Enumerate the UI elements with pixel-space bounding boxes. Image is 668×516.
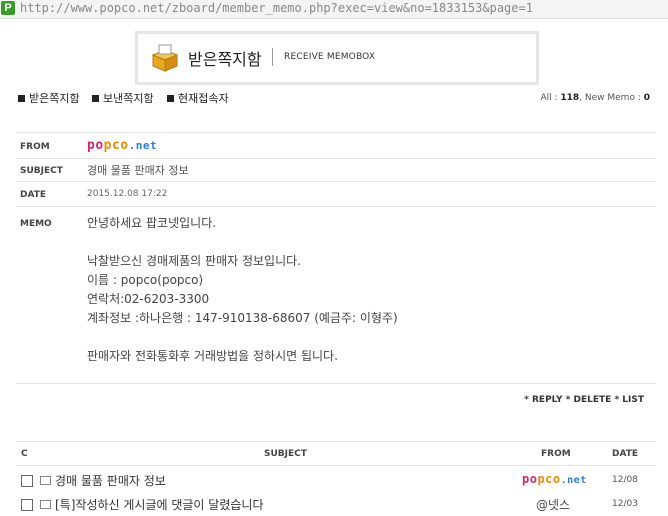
- from-label: FROM: [20, 142, 50, 152]
- all-count-label: All :: [540, 93, 558, 103]
- row-checkbox[interactable]: [21, 475, 33, 487]
- divider: [16, 181, 656, 182]
- reply-button[interactable]: * REPLY: [524, 395, 562, 405]
- row-date: 12/08: [612, 475, 638, 485]
- logo-part: po: [87, 138, 104, 153]
- memo-counts: All : 118, New Memo : 0: [540, 93, 650, 103]
- row-date: 12/03: [612, 499, 638, 509]
- nav-label: 현재접속자: [178, 92, 229, 105]
- row-checkbox[interactable]: [21, 499, 33, 511]
- square-bullet-icon: [92, 94, 99, 102]
- subject-label: SUBJECT: [20, 166, 63, 176]
- memobox-icon: [151, 44, 179, 72]
- memo-subject: 경매 물품 판매자 정보: [87, 164, 189, 177]
- page-title: 받은쪽지함: [188, 50, 262, 69]
- divider: [16, 206, 656, 207]
- column-header-subject: SUBJECT: [264, 449, 307, 459]
- nav-label: 보낸쪽지함: [103, 92, 154, 105]
- divider: [16, 383, 656, 384]
- column-header-from: FROM: [541, 449, 571, 459]
- memo-body: 안녕하세요 팝코넷입니다. 낙찰받으신 경매제품의 판매자 정보입니다. 이름 …: [87, 216, 398, 363]
- browser-address-bar[interactable]: P http://www.popco.net/zboard/member_mem…: [0, 0, 668, 19]
- row-subject[interactable]: [특]작성하신 게시글에 댓글이 달렸습니다: [55, 496, 264, 513]
- square-bullet-icon: [167, 94, 174, 102]
- memo-list-row[interactable]: 경매 물품 판매자 정보 popco.net 12/08: [16, 470, 656, 492]
- page-subtitle: RECEIVE MEMOBOX: [284, 52, 376, 62]
- memo-date: 2015.12.08 17:22: [87, 189, 168, 199]
- divider: [16, 158, 656, 159]
- row-subject[interactable]: 경매 물품 판매자 정보: [55, 472, 166, 489]
- logo-part: .net: [560, 475, 587, 486]
- new-memo-value: 0: [643, 93, 650, 103]
- logo-part: pco: [103, 138, 129, 153]
- all-count-value: 118: [560, 93, 580, 103]
- date-label: DATE: [20, 190, 47, 200]
- memo-list-row[interactable]: [특]작성하신 게시글에 댓글이 달렸습니다 @넷스 12/03: [16, 494, 656, 516]
- address-url[interactable]: http://www.popco.net/zboard/member_memo.…: [20, 1, 533, 15]
- logo-part: .net: [128, 139, 158, 152]
- delete-button[interactable]: * DELETE: [566, 395, 612, 405]
- nav-label: 받은쪽지함: [29, 92, 80, 105]
- logo-part: pco: [537, 472, 561, 486]
- envelope-icon: [40, 476, 51, 485]
- title-divider: [272, 48, 273, 66]
- column-header-date: DATE: [612, 449, 639, 459]
- nav-sent-memos[interactable]: 보낸쪽지함: [92, 90, 154, 106]
- column-header-check: C: [21, 449, 28, 459]
- memo-label: MEMO: [20, 219, 52, 229]
- row-sender-logo[interactable]: popco.net: [522, 472, 587, 486]
- nav-received-memos[interactable]: 받은쪽지함: [18, 90, 80, 106]
- row-sender[interactable]: @넷스: [536, 496, 570, 513]
- logo-part: po: [522, 472, 538, 486]
- envelope-icon: [40, 500, 51, 509]
- sender-logo[interactable]: popco.net: [87, 138, 157, 153]
- site-favicon-icon: P: [1, 1, 15, 15]
- divider: [16, 132, 656, 133]
- divider: [16, 441, 656, 442]
- new-memo-label: , New Memo :: [579, 93, 641, 103]
- memobox-header: 받은쪽지함 RECEIVE MEMOBOX: [135, 31, 539, 85]
- divider: [16, 465, 656, 466]
- square-bullet-icon: [18, 94, 25, 102]
- memo-actions: * REPLY * DELETE * LIST: [524, 395, 644, 405]
- list-button[interactable]: * LIST: [614, 395, 644, 405]
- nav-online-users[interactable]: 현재접속자: [167, 90, 229, 106]
